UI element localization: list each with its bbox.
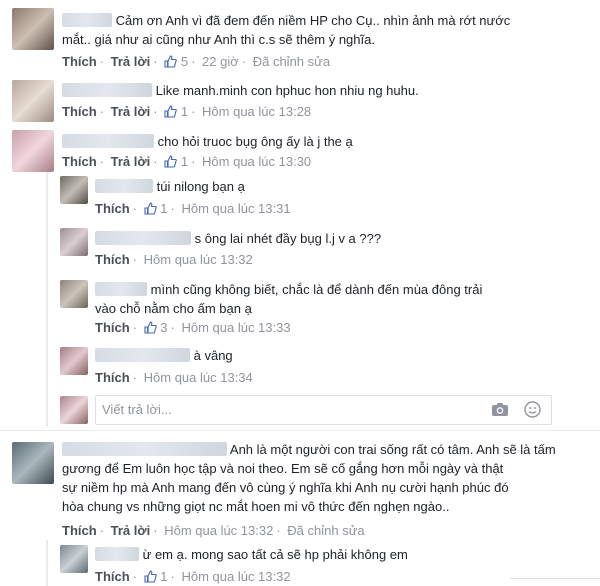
like-link[interactable]: Thích bbox=[95, 569, 130, 584]
comment-actions: Thích · Trả lời · Hôm qua lúc 13:32 · Đã ch… bbox=[62, 523, 365, 538]
timestamp[interactable]: Hôm qua lúc 13:30 bbox=[202, 154, 311, 169]
like-link[interactable]: Thích bbox=[95, 252, 130, 267]
avatar[interactable] bbox=[60, 280, 88, 308]
commenter-name[interactable] bbox=[62, 83, 152, 97]
commenter-name[interactable] bbox=[95, 282, 147, 296]
like-link[interactable]: Thích bbox=[62, 54, 97, 69]
timestamp[interactable]: 22 giờ bbox=[202, 54, 239, 69]
reply-link[interactable]: Trả lời bbox=[111, 54, 151, 69]
comment-text: Cảm ơn Anh vì đã đem đến niềm HP cho Cụ.… bbox=[62, 13, 511, 47]
comment-actions: Thích · Trả lời · 1 · Hôm qua lúc 13:30 bbox=[62, 154, 312, 169]
camera-icon[interactable] bbox=[491, 402, 509, 420]
commenter-name[interactable] bbox=[95, 231, 191, 245]
thumbs-up-icon[interactable] bbox=[164, 155, 178, 168]
reply-actions: Thích · 3 · Hôm qua lúc 13:33 bbox=[95, 320, 291, 335]
comment-text: cho hỏi truoc bụg ông ấy là j the ạ bbox=[62, 132, 592, 151]
like-count[interactable]: 1 bbox=[160, 201, 167, 216]
bottom-edge-line bbox=[510, 578, 600, 579]
commenter-name[interactable] bbox=[62, 134, 154, 148]
commenter-name[interactable] bbox=[95, 547, 139, 561]
like-link[interactable]: Thích bbox=[95, 370, 130, 385]
like-count[interactable]: 1 bbox=[181, 154, 188, 169]
commenter-name[interactable] bbox=[62, 13, 112, 27]
avatar[interactable] bbox=[12, 80, 54, 122]
comment-text: Anh là một người con trai sống rất có tâ… bbox=[62, 442, 556, 514]
like-link[interactable]: Thích bbox=[95, 201, 130, 216]
like-link[interactable]: Thích bbox=[95, 320, 130, 335]
timestamp[interactable]: Hôm qua lúc 13:33 bbox=[181, 320, 290, 335]
like-count[interactable]: 3 bbox=[160, 320, 167, 335]
thumbs-up-icon[interactable] bbox=[144, 321, 157, 334]
reply-link[interactable]: Trả lời bbox=[111, 104, 151, 119]
reply-actions: Thích · 1 · Hôm qua lúc 13:32 bbox=[95, 569, 291, 584]
timestamp[interactable]: Hôm qua lúc 13:32 bbox=[144, 252, 253, 267]
commenter-name[interactable] bbox=[95, 348, 190, 362]
timestamp[interactable]: Hôm qua lúc 13:28 bbox=[202, 104, 311, 119]
commenter-name[interactable] bbox=[95, 179, 153, 193]
like-count[interactable]: 1 bbox=[160, 569, 167, 584]
my-avatar bbox=[60, 396, 88, 424]
avatar[interactable] bbox=[60, 228, 88, 256]
timestamp[interactable]: Hôm qua lúc 13:34 bbox=[144, 370, 253, 385]
reply-text: mình cũng không biết, chắc là để dành đế… bbox=[95, 282, 483, 316]
emoji-icon[interactable] bbox=[524, 401, 541, 421]
avatar[interactable] bbox=[12, 130, 54, 172]
edited-label[interactable]: Đã chỉnh sửa bbox=[253, 54, 330, 69]
edited-label[interactable]: Đã chỉnh sửa bbox=[287, 523, 364, 538]
like-link[interactable]: Thích bbox=[62, 523, 97, 538]
avatar[interactable] bbox=[60, 545, 88, 573]
like-link[interactable]: Thích bbox=[62, 154, 97, 169]
comment-text: Like manh.minh con hphuc hon nhiu ng huh… bbox=[62, 81, 592, 100]
reply-text: s ông lai nhét đầy bụg l.j v a ??? bbox=[95, 229, 585, 248]
comment-actions: Thích · Trả lời · 1 · Hôm qua lúc 13:28 bbox=[62, 104, 312, 119]
reply-input[interactable]: Viết trả lời... bbox=[95, 395, 552, 425]
reply-actions: Thích · Hôm qua lúc 13:34 bbox=[95, 370, 253, 385]
reply-text: ừ em ạ. mong sao tất cả sẽ hp phải không… bbox=[95, 545, 585, 564]
commenter-name[interactable] bbox=[62, 442, 227, 456]
timestamp[interactable]: Hôm qua lúc 13:31 bbox=[181, 201, 290, 216]
avatar[interactable] bbox=[60, 347, 88, 375]
avatar[interactable] bbox=[60, 176, 88, 204]
thumbs-up-icon[interactable] bbox=[144, 202, 157, 215]
like-count[interactable]: 1 bbox=[181, 104, 188, 119]
reply-link[interactable]: Trả lời bbox=[111, 154, 151, 169]
divider bbox=[0, 430, 600, 431]
reply-link[interactable]: Trả lời bbox=[111, 523, 151, 538]
reply-input-placeholder: Viết trả lời... bbox=[102, 402, 172, 417]
thumbs-up-icon[interactable] bbox=[144, 570, 157, 583]
like-count[interactable]: 5 bbox=[181, 54, 188, 69]
avatar[interactable] bbox=[12, 442, 54, 484]
reply-actions: Thích · 1 · Hôm qua lúc 13:31 bbox=[95, 201, 291, 216]
reply-thread-line bbox=[46, 172, 48, 427]
reply-text: à vâng bbox=[95, 346, 585, 365]
reply-thread-line bbox=[46, 540, 48, 586]
timestamp[interactable]: Hôm qua lúc 13:32 bbox=[181, 569, 290, 584]
thumbs-up-icon[interactable] bbox=[164, 105, 178, 118]
comment-actions: Thích · Trả lời · 5 · 22 giờ · Đã chỉnh sửa bbox=[62, 54, 331, 69]
like-link[interactable]: Thích bbox=[62, 104, 97, 119]
avatar[interactable] bbox=[12, 8, 54, 50]
reply-text: túi nilong bạn ạ bbox=[95, 177, 585, 196]
reply-actions: Thích · Hôm qua lúc 13:32 bbox=[95, 252, 253, 267]
timestamp[interactable]: Hôm qua lúc 13:32 bbox=[164, 523, 273, 538]
thumbs-up-icon[interactable] bbox=[164, 55, 178, 68]
